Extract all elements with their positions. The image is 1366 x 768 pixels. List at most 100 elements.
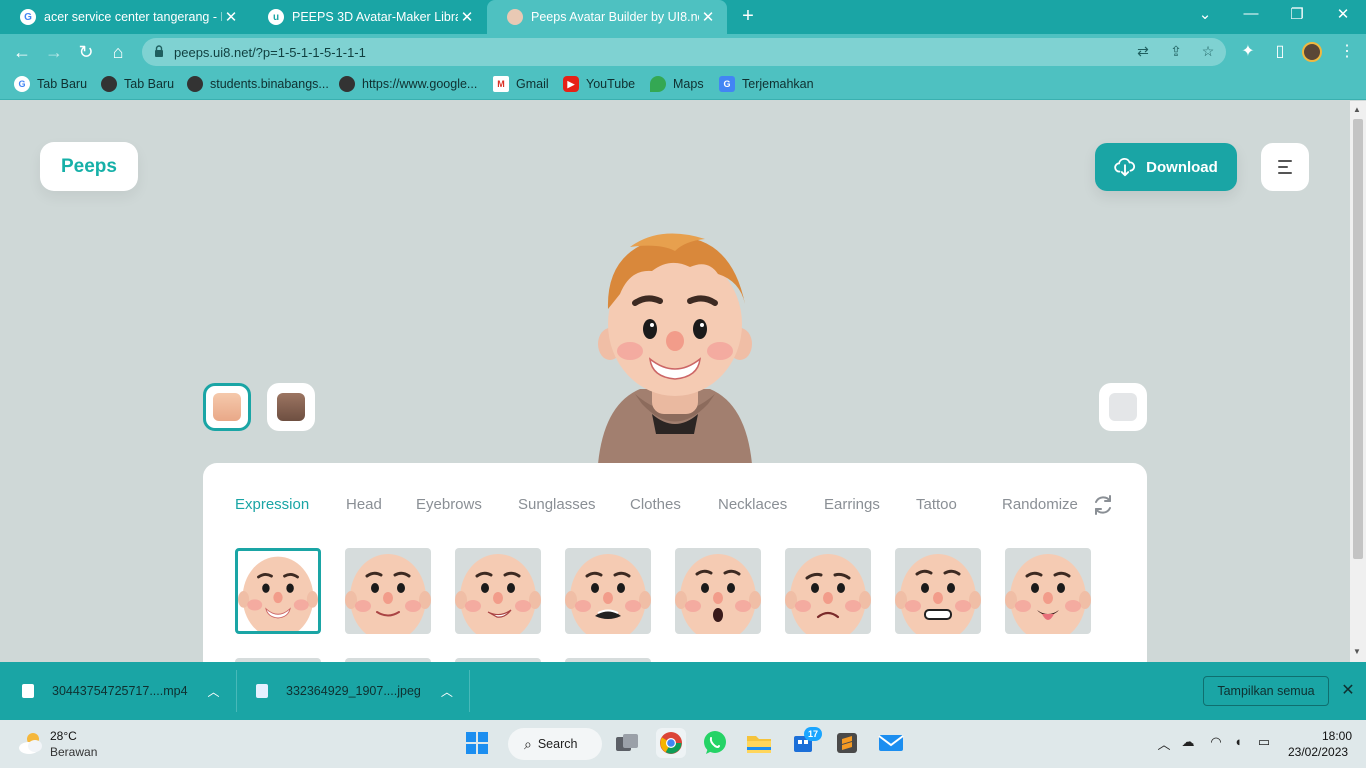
whatsapp-taskbar-icon[interactable] [700,728,730,758]
forward-icon[interactable]: → [42,40,66,64]
chevron-up-icon[interactable]: ︿ [208,683,220,700]
chevron-up-icon[interactable]: ︿ [1155,734,1173,752]
taskbar-search[interactable]: ⌕ Search [508,728,602,760]
expression-grimace[interactable] [565,548,651,634]
expression-clenched-teeth[interactable] [895,548,981,634]
mail-taskbar-icon[interactable] [876,728,906,758]
bookmark-google[interactable]: https://www.google... [339,76,477,92]
tab-expression[interactable]: Expression [235,496,309,513]
expression-sad[interactable] [785,548,871,634]
close-window-button[interactable]: ✕ [1331,5,1355,23]
tab-title: Peeps Avatar Builder by UI8.net [531,10,699,24]
peeps-logo[interactable]: Peeps [40,142,138,191]
refresh-icon[interactable] [1091,493,1115,517]
bookmark-tab-baru-1[interactable]: G Tab Baru [14,76,87,92]
tab-tattoo[interactable]: Tattoo [916,496,957,513]
google-icon: G [14,76,30,92]
tab-3-active[interactable]: Peeps Avatar Builder by UI8.net ✕ [487,0,727,34]
minimize-button[interactable]: — [1239,5,1263,22]
youtube-icon: ▶ [563,76,579,92]
browser-toolbar: ← → ↻ ⌂ peeps.ui8.net/?p=1-5-1-1-5-1-1-1… [0,34,1366,70]
wifi-icon[interactable]: ◠ [1207,734,1225,752]
video-file-icon [22,684,34,698]
expression-smirk[interactable] [455,548,541,634]
bookmark-maps[interactable]: Maps [650,76,704,92]
profile-avatar[interactable] [1302,42,1322,62]
clock-date[interactable]: 23/02/2023 [1288,745,1348,759]
task-view-glyph [616,734,638,751]
background-swatch[interactable] [1099,383,1147,431]
editor-panel: Expression Head Eyebrows Sunglasses Clot… [203,463,1147,662]
face-surprised-icon [675,554,761,634]
tab-sunglasses[interactable]: Sunglasses [518,496,596,513]
ui8-icon: u [268,9,284,25]
expression-tongue-out[interactable] [1005,548,1091,634]
sublime-taskbar-icon[interactable] [832,728,862,758]
bookmark-translate[interactable]: G Terjemahkan [719,76,814,92]
download-button[interactable]: Download [1095,143,1237,191]
menu-button[interactable] [1261,143,1309,191]
cloud-download-icon [1114,157,1136,177]
url-text[interactable]: peeps.ui8.net/?p=1-5-1-1-5-1-1-1 [174,45,366,60]
extensions-icon[interactable]: ✦ [1236,40,1260,64]
reload-icon[interactable]: ↻ [74,40,98,64]
battery-icon[interactable]: ▭ [1255,734,1273,752]
tab-2[interactable]: u PEEPS 3D Avatar-Maker Library - ✕ [248,0,486,34]
scroll-thumb[interactable] [1353,119,1363,559]
back-icon[interactable]: ← [10,40,34,64]
tab-search-icon[interactable]: ⌄ [1193,5,1217,23]
cloudy-weather-icon[interactable] [17,730,45,756]
skin-swatch-light[interactable] [203,383,251,431]
tab-necklaces[interactable]: Necklaces [718,496,787,513]
bookmark-star-icon[interactable]: ☆ [1199,43,1217,61]
close-icon[interactable]: ✕ [699,8,717,26]
translate-icon[interactable]: ⇄ [1134,43,1152,61]
show-all-downloads-button[interactable]: Tampilkan semua [1203,676,1329,706]
expression-surprised[interactable] [675,548,761,634]
close-icon[interactable]: ✕ [1338,680,1358,700]
bookmark-youtube[interactable]: ▶ YouTube [563,76,635,92]
more-menu-icon[interactable]: ⋮ [1335,40,1359,64]
bookmark-label: Gmail [516,77,549,91]
chevron-up-icon[interactable]: ︿ [441,683,453,700]
peeps-avatar-icon [507,9,523,25]
bookmark-label: Tab Baru [124,77,175,91]
download-label: Download [1146,158,1218,176]
clock-time[interactable]: 18:00 [1322,729,1352,743]
close-icon[interactable]: ✕ [458,8,476,26]
bookmark-students[interactable]: students.binabangs... [187,76,329,92]
restore-button[interactable]: ❐ [1285,5,1309,23]
download-shelf: 30443754725717....mp4 ︿ 332364929_1907..… [0,662,1366,720]
share-icon[interactable]: ⇪ [1167,43,1185,61]
page-scrollbar[interactable]: ▲ ▼ [1350,101,1366,662]
address-bar[interactable]: peeps.ui8.net/?p=1-5-1-1-5-1-1-1 ⇄ ⇪ ☆ [142,38,1226,66]
randomize-button[interactable]: Randomize [1002,496,1078,513]
file-explorer-taskbar-icon[interactable] [744,728,774,758]
expression-smile[interactable] [345,548,431,634]
bookmark-gmail[interactable]: M Gmail [493,76,549,92]
scroll-down-icon[interactable]: ▼ [1353,647,1361,656]
volume-icon[interactable]: ◖ [1229,734,1247,752]
close-icon[interactable]: ✕ [222,8,240,26]
tab-clothes[interactable]: Clothes [630,496,681,513]
home-icon[interactable]: ⌂ [106,40,130,64]
task-view-icon[interactable] [612,728,642,758]
tab-title: acer service center tangerang - P [44,10,222,24]
scroll-up-icon[interactable]: ▲ [1353,105,1361,114]
expression-grin[interactable] [235,548,321,634]
tab-head[interactable]: Head [346,496,382,513]
sublime-text-icon [837,733,857,753]
chrome-taskbar-icon[interactable] [656,728,686,758]
onedrive-icon[interactable]: ☁ [1179,734,1197,752]
chrome-icon [660,732,682,754]
tab-earrings[interactable]: Earrings [824,496,880,513]
download-item-jpeg[interactable]: 332364929_1907....jpeg ︿ [256,662,453,720]
tab-1[interactable]: G acer service center tangerang - P ✕ [0,0,250,34]
tab-eyebrows[interactable]: Eyebrows [416,496,482,513]
windows-start-icon[interactable] [462,728,492,758]
new-tab-button[interactable]: + [738,5,758,28]
download-item-mp4[interactable]: 30443754725717....mp4 ︿ [22,662,220,720]
bookmark-tab-baru-2[interactable]: Tab Baru [101,76,174,92]
skin-swatch-dark[interactable] [267,383,315,431]
side-panel-icon[interactable]: ▯ [1268,40,1292,64]
